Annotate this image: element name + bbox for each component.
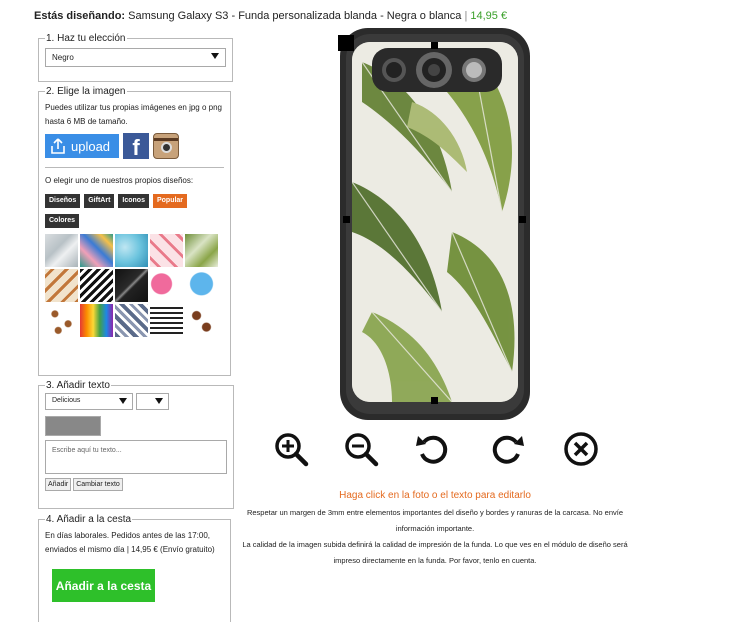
design-thumbnail[interactable] [150, 269, 183, 302]
info-line: impreso directamente en la funda. Por fa… [333, 556, 537, 565]
instagram-button[interactable] [153, 133, 179, 159]
category-giftart[interactable]: GiftArt [84, 194, 115, 208]
design-thumbnail[interactable] [80, 304, 113, 337]
text-input-placeholder: Escribe aquí tu texto... [52, 447, 122, 454]
chevron-down-icon [211, 53, 219, 59]
rotate-right-icon[interactable] [488, 430, 526, 468]
font-select-value: Delicious [52, 397, 81, 404]
product-price: 14,95 € [470, 10, 508, 22]
upload-description: Puedes utilizar tus propias imágenes en … [45, 103, 222, 126]
step-add-to-cart: 4. Añadir a la cesta En días laborales. … [38, 514, 231, 622]
change-text-button[interactable]: Cambiar texto [73, 478, 123, 491]
design-thumbnail[interactable] [185, 269, 218, 302]
info-line: información importante. [395, 524, 475, 533]
resize-handle[interactable] [431, 397, 438, 404]
text-color-swatch[interactable] [45, 416, 101, 436]
design-thumbnail[interactable] [45, 269, 78, 302]
color-select[interactable]: Negro [45, 48, 226, 67]
design-thumbnail[interactable] [45, 304, 78, 337]
design-thumbnail[interactable] [80, 269, 113, 302]
image-tools [272, 430, 612, 470]
chevron-down-icon [155, 398, 163, 404]
editor-info: Respetar un margen de 3mm entre elemento… [240, 505, 630, 569]
phone-case [340, 28, 530, 420]
shipping-info: En días laborales. Pedidos antes de las … [45, 531, 215, 554]
step-choose-image: 2. Elige la imagen Puedes utilizar tus p… [38, 86, 231, 376]
zoom-out-icon[interactable] [342, 430, 380, 468]
own-designs-label: O elegir uno de nuestros propios diseños… [45, 176, 194, 185]
design-thumbnail[interactable] [185, 304, 218, 337]
step4-legend: 4. Añadir a la cesta [46, 514, 132, 525]
delete-icon[interactable] [562, 430, 600, 468]
resize-handle[interactable] [431, 42, 438, 49]
add-to-cart-button[interactable]: Añadir a la cesta [52, 569, 155, 602]
add-text-button[interactable]: Añadir [45, 478, 72, 491]
product-heading: Estás diseñando: Samsung Galaxy S3 - Fun… [34, 10, 507, 22]
design-image[interactable] [352, 42, 518, 402]
info-line: La calidad de la imagen subida definirá … [242, 540, 628, 549]
category-disenos[interactable]: Diseños [45, 194, 81, 208]
resize-handle[interactable] [343, 216, 350, 223]
design-thumbnail[interactable] [185, 234, 218, 267]
design-thumbnail[interactable] [115, 234, 148, 267]
design-thumbnail[interactable] [80, 234, 113, 267]
resize-handle[interactable] [519, 216, 526, 223]
rotate-left-icon[interactable] [414, 430, 452, 468]
category-popular[interactable]: Popular [152, 194, 188, 208]
upload-label: upload [71, 138, 111, 154]
zoom-in-icon[interactable] [272, 430, 310, 468]
design-categories: Diseños GiftArt Iconos Popular [45, 194, 224, 208]
instagram-icon [154, 138, 178, 141]
edit-hint-text: Haga click en la foto o el texto para ed… [339, 490, 531, 501]
design-thumbnails [45, 234, 224, 337]
chevron-down-icon [119, 398, 127, 404]
upload-icon [51, 138, 65, 154]
step-add-text: 3. Añadir texto Delicious Escribe aquí t… [38, 380, 234, 509]
heading-prefix: Estás diseñando: [34, 10, 126, 22]
category-iconos[interactable]: Iconos [118, 194, 149, 208]
upload-row: upload f [45, 133, 224, 159]
editor-hint: Haga click en la foto o el texto para ed… [240, 490, 630, 569]
category-colores[interactable]: Colores [45, 214, 80, 228]
design-thumbnail[interactable] [150, 234, 183, 267]
step-choose-color: 1. Haz tu elección Negro [38, 33, 233, 82]
facebook-icon: f [132, 135, 140, 160]
step3-legend: 3. Añadir texto [46, 380, 110, 391]
color-select-value: Negro [52, 53, 74, 62]
design-thumbnail[interactable] [150, 304, 183, 337]
palm-leaves-pattern [352, 42, 518, 402]
font-size-select[interactable] [136, 393, 169, 410]
info-line: Respetar un margen de 3mm entre elemento… [246, 508, 624, 517]
design-thumbnail[interactable] [45, 234, 78, 267]
design-thumbnail[interactable] [115, 269, 148, 302]
design-thumbnail[interactable] [115, 304, 148, 337]
font-select[interactable]: Delicious [45, 393, 133, 410]
facebook-button[interactable]: f [123, 133, 149, 159]
product-name: Samsung Galaxy S3 - Funda personalizada … [128, 10, 462, 22]
text-input[interactable]: Escribe aquí tu texto... [45, 440, 227, 474]
step2-legend: 2. Elige la imagen [46, 86, 126, 97]
upload-button[interactable]: upload [45, 134, 119, 158]
resize-handle[interactable] [338, 35, 354, 51]
divider [45, 167, 224, 168]
step1-legend: 1. Haz tu elección [46, 33, 126, 44]
heading-separator: | [464, 10, 468, 22]
phone-preview[interactable] [338, 28, 530, 420]
camera-module [372, 48, 502, 92]
